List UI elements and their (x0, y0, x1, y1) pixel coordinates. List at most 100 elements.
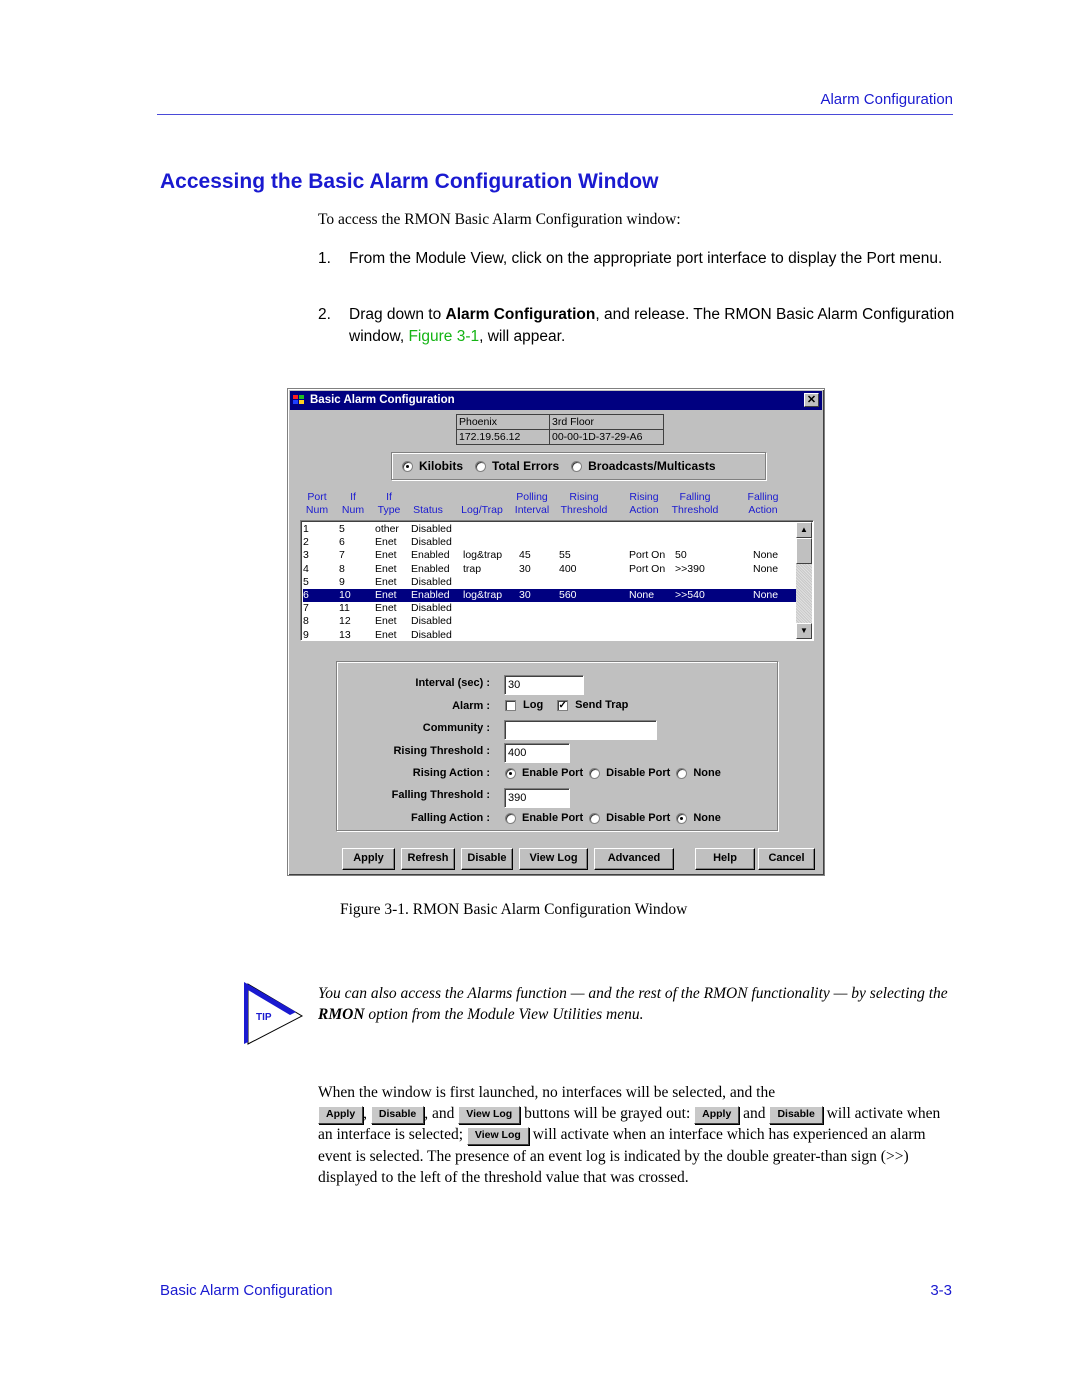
falling-none[interactable]: None (676, 812, 721, 824)
radio-icon[interactable] (589, 767, 601, 779)
table-cell: Disabled (411, 615, 452, 628)
table-cell: 5 (303, 575, 309, 588)
scroll-up-button[interactable]: ▲ (796, 522, 812, 538)
table-row[interactable]: 6 10 Enet Enabled log&trap 30 560 None >>540 None (302, 588, 798, 603)
table-cell: Disabled (411, 628, 452, 641)
column-header[interactable]: If Type (375, 491, 403, 517)
table-cell: Disabled (411, 602, 452, 615)
rising-none[interactable]: None (676, 767, 721, 779)
device-location: 3rd Floor (549, 414, 664, 430)
apply-button[interactable]: Apply (342, 848, 395, 870)
metric-broadcasts[interactable]: Broadcasts/Multicasts (571, 459, 716, 473)
interval-label: Interval (sec) : (415, 677, 490, 689)
column-header[interactable]: If Num (340, 491, 366, 517)
table-row[interactable]: 4 8 Enet Enabled trap 30 400 Port On >>390 None (303, 563, 797, 576)
ip-address: 172.19.56.12 (456, 429, 550, 445)
radio-icon[interactable] (589, 812, 601, 824)
scroll-thumb[interactable] (796, 538, 812, 564)
table-row[interactable]: 5 9 Enet Disabled (303, 576, 797, 589)
body-paragraph: When the window is first launched, no in… (318, 1082, 958, 1188)
metric-kilobits[interactable]: Kilobits (402, 459, 463, 473)
text: buttons will be grayed out: (524, 1105, 691, 1123)
column-header[interactable]: Port Num (302, 491, 332, 517)
radio-icon[interactable] (571, 460, 583, 472)
metric-total-errors[interactable]: Total Errors (475, 459, 559, 473)
falling-enable-port[interactable]: Enable Port (505, 812, 583, 824)
scrollbar[interactable]: ▲ ▼ (796, 522, 812, 639)
advanced-button[interactable]: Advanced (594, 848, 674, 870)
rising-threshold-input[interactable]: 400 (504, 743, 570, 763)
column-header[interactable]: Log/Trap (456, 491, 508, 517)
interval-input[interactable]: 30 (504, 675, 584, 695)
checkbox-unchecked-icon[interactable] (505, 699, 516, 711)
radio-selected-icon[interactable] (676, 812, 688, 824)
table-row[interactable]: 2 6 Enet Disabled (303, 536, 797, 549)
tip-label: TIP (256, 1012, 272, 1023)
table-cell: Enet (375, 562, 397, 575)
radio-label: Disable Port (606, 812, 671, 824)
scroll-down-button[interactable]: ▼ (796, 623, 812, 639)
table-cell: 1 (303, 523, 309, 535)
table-row[interactable]: 3 7 Enet Enabled log&trap 45 55 Port On 50 None (303, 549, 797, 562)
radio-icon[interactable] (505, 812, 516, 824)
table-cell: Enet (375, 536, 397, 549)
close-button[interactable]: ✕ (804, 393, 819, 407)
step-text: Drag down to Alarm Configuration, and re… (349, 304, 959, 348)
window-title: Basic Alarm Configuration (310, 394, 455, 406)
disable-button[interactable]: Disable (461, 848, 513, 870)
header-line: Falling (679, 491, 711, 503)
radio-icon[interactable] (475, 460, 486, 472)
help-button[interactable]: Help (695, 848, 755, 870)
view-log-button[interactable]: View Log (519, 848, 588, 870)
header-line: Action (748, 504, 778, 516)
table-cell: 560 (559, 589, 577, 601)
column-header[interactable]: Status (408, 491, 448, 517)
header-line: Action (629, 504, 659, 516)
radio-icon[interactable] (676, 767, 688, 779)
radio-label: Kilobits (419, 459, 463, 473)
inline-view-log-button: View Log (466, 1127, 529, 1146)
interface-list[interactable]: 1 5 other Disabled 2 6 Enet Disabled 3 7 Enet Enabl… (300, 520, 814, 641)
checkbox-label: Send Trap (575, 699, 629, 711)
radio-label: None (693, 767, 721, 779)
radio-selected-icon[interactable] (505, 767, 516, 779)
community-input[interactable] (504, 720, 657, 740)
refresh-button[interactable]: Refresh (401, 848, 455, 870)
column-header[interactable]: Rising Threshold (558, 491, 610, 517)
table-cell: Enet (375, 589, 397, 601)
alarm-label: Alarm : (452, 700, 490, 712)
header-line: Rising (629, 491, 659, 503)
cancel-button[interactable]: Cancel (758, 848, 815, 870)
table-row[interactable]: 7 11 Enet Disabled (303, 602, 797, 615)
inline-apply-button: Apply (318, 1106, 364, 1125)
radio-label: Enable Port (522, 767, 584, 779)
send-trap-checkbox[interactable]: ✓ Send Trap (557, 699, 628, 711)
table-cell: 13 (339, 628, 351, 641)
falling-threshold-label: Falling Threshold : (391, 789, 490, 801)
header-line: Status (413, 504, 443, 516)
radio-selected-icon[interactable] (402, 460, 413, 472)
column-header[interactable]: Polling Interval (512, 491, 552, 517)
table-cell: Enet (375, 602, 397, 615)
title-bar[interactable]: Basic Alarm Configuration ✕ (290, 391, 822, 410)
rising-enable-port[interactable]: Enable Port (505, 767, 583, 779)
table-cell: 7 (339, 549, 345, 562)
table-cell: trap (463, 562, 482, 575)
rising-disable-port[interactable]: Disable Port (589, 767, 670, 779)
table-cell: 8 (339, 562, 345, 575)
table-row[interactable]: 1 5 other Disabled (303, 523, 797, 536)
column-header[interactable]: Falling Action (742, 491, 784, 517)
text: and (743, 1105, 766, 1123)
column-header[interactable]: Rising Action (624, 491, 664, 517)
header-line: Num (341, 504, 365, 516)
text: Drag down to (349, 306, 446, 323)
checkbox-checked-icon[interactable]: ✓ (557, 699, 569, 711)
table-row[interactable]: 9 13 Enet Disabled (303, 628, 797, 641)
table-row[interactable]: 8 12 Enet Disabled (303, 615, 797, 628)
falling-threshold-input[interactable]: 390 (504, 788, 570, 808)
column-header[interactable]: Falling Threshold (669, 491, 721, 517)
table-cell: None (629, 589, 655, 601)
figure-link[interactable]: Figure 3-1 (408, 328, 479, 345)
falling-disable-port[interactable]: Disable Port (589, 812, 670, 824)
log-checkbox[interactable]: Log (505, 699, 543, 711)
